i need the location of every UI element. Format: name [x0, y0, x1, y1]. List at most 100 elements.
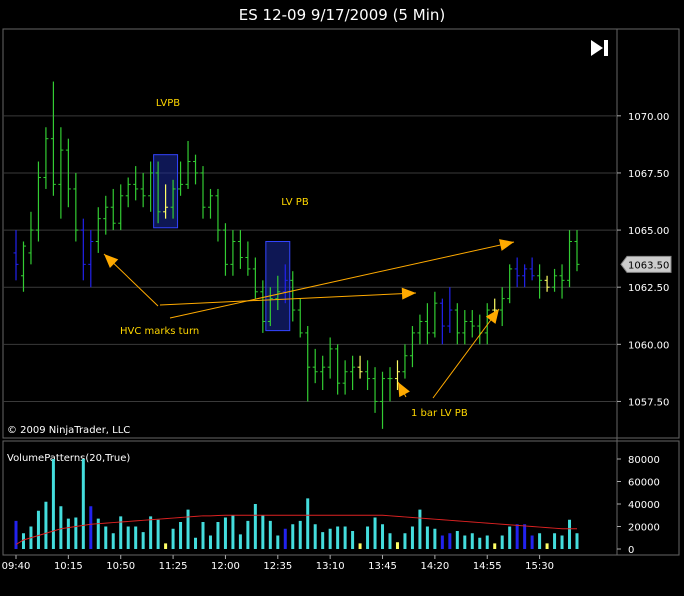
volume-bar — [366, 526, 370, 549]
volume-bar — [141, 532, 145, 549]
volume-bar — [201, 522, 205, 549]
volume-bar — [418, 509, 422, 549]
price-bar — [499, 287, 505, 327]
volume-bar — [388, 533, 392, 549]
price-bar — [290, 271, 296, 322]
price-bar — [559, 264, 565, 299]
volume-tick-label: 0 — [628, 545, 634, 556]
price-bar — [522, 264, 528, 288]
volume-bar — [186, 509, 190, 549]
price-bar — [200, 166, 206, 219]
volume-bar — [336, 526, 340, 549]
price-bar — [185, 140, 191, 189]
price-bar — [454, 303, 460, 345]
volume-tick-label: 40000 — [628, 500, 660, 511]
volume-bar — [523, 524, 527, 549]
volume-bar — [410, 526, 414, 549]
price-bar — [327, 337, 333, 379]
time-tick-label: 10:15 — [54, 561, 83, 572]
price-bar — [365, 360, 371, 391]
volume-bar — [373, 517, 377, 549]
price-bar — [552, 268, 558, 292]
price-bar — [477, 314, 483, 345]
price-bar — [417, 314, 423, 345]
price-bar — [35, 161, 41, 242]
price-bar — [28, 211, 34, 265]
price-bar — [110, 188, 116, 231]
price-bar — [88, 230, 94, 288]
price-bar — [260, 280, 266, 333]
price-bar — [447, 287, 453, 333]
volume-bar — [149, 516, 153, 549]
volume-bar — [470, 533, 474, 549]
annotation-hvc: HVC marks turn — [120, 326, 199, 337]
chart-window: ES 12-09 9/17/2009 (5 Min) 1070.00 1067.5… — [0, 0, 684, 596]
volume-bar — [253, 504, 257, 549]
volume-bar — [321, 532, 325, 549]
price-bar — [320, 355, 326, 391]
volume-bar — [560, 535, 564, 549]
volume-axis: 80000 60000 40000 20000 0 — [617, 455, 660, 556]
price-grid — [3, 115, 617, 402]
price-bar — [529, 257, 535, 281]
price-bar — [80, 218, 86, 281]
annotation-lvpb: LVPB — [156, 98, 180, 109]
volume-bar — [508, 526, 512, 549]
annotation-arrow — [169, 239, 515, 319]
volume-bar — [81, 459, 85, 549]
price-bar — [50, 81, 56, 196]
volume-bar — [246, 520, 250, 549]
price-bar — [462, 310, 468, 345]
price-bar — [544, 275, 550, 292]
volume-bar — [89, 506, 93, 549]
volume-bar — [216, 522, 220, 549]
volume-bar — [268, 520, 272, 549]
price-bar — [215, 188, 221, 242]
price-bar — [193, 154, 199, 185]
time-tick-label: 14:55 — [473, 561, 502, 572]
volume-bar — [553, 533, 557, 549]
volume-bar — [433, 528, 437, 549]
price-bar — [20, 241, 26, 292]
volume-indicator-label: VolumePatterns(20,True) — [7, 453, 130, 464]
time-tick-label: 13:10 — [316, 561, 345, 572]
price-bar — [380, 371, 386, 429]
price-bar — [148, 161, 154, 212]
time-axis: 09:40 10:15 10:50 11:25 12:00 12:35 13:10 13:45… — [2, 555, 554, 572]
volume-bar — [313, 524, 317, 549]
volume-bar — [231, 515, 235, 549]
price-bar — [13, 230, 19, 281]
price-bar — [574, 230, 580, 272]
price-bar — [507, 264, 513, 304]
volume-bar — [291, 524, 295, 549]
volume-bar — [298, 520, 302, 549]
volume-bar — [306, 498, 310, 549]
price-tick-label: 1070.00 — [628, 112, 669, 123]
volume-bar — [545, 543, 549, 549]
price-bar — [43, 127, 49, 189]
annotation-arrow — [103, 253, 159, 307]
price-bar — [118, 184, 124, 231]
price-bar — [537, 264, 543, 299]
volume-bar — [425, 526, 429, 549]
skip-forward-icon[interactable] — [591, 40, 608, 56]
price-bar — [372, 367, 378, 413]
price-tick-label: 1065.00 — [628, 226, 669, 237]
volume-bar — [111, 533, 115, 549]
price-volume-chart: ES 12-09 9/17/2009 (5 Min) 1070.00 1067.5… — [2, 6, 680, 572]
copyright: © 2009 NinjaTrader, LLC — [7, 425, 130, 436]
price-tick-label: 1062.50 — [628, 283, 669, 294]
volume-bar — [223, 517, 227, 549]
volume-bar — [74, 517, 78, 549]
price-bar — [514, 257, 520, 288]
price-bar — [222, 223, 228, 276]
annotation-lv-pb: LV PB — [281, 197, 309, 208]
price-bar — [387, 367, 393, 402]
price-bar — [484, 303, 490, 345]
price-bar — [424, 303, 430, 345]
volume-bar — [164, 543, 168, 549]
volume-average-line — [15, 514, 577, 545]
volume-bar — [179, 522, 183, 549]
volume-bar — [59, 506, 63, 549]
time-tick-label: 13:45 — [368, 561, 397, 572]
